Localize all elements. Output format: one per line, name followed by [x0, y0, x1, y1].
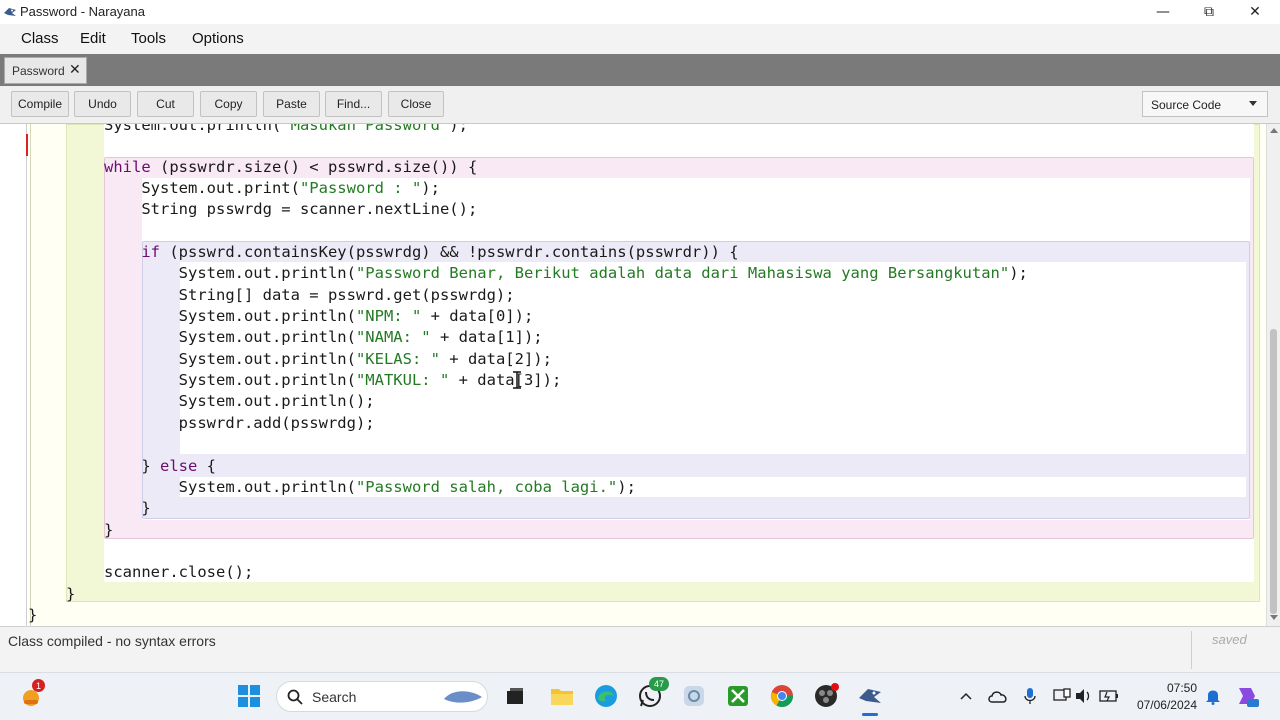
tab-label: Password — [12, 64, 65, 78]
code-line: System.out.println("Password salah, coba… — [104, 478, 636, 496]
scroll-down-icon[interactable] — [1270, 615, 1278, 620]
editor-toolbar: Compile Undo Cut Copy Paste Find... Clos… — [0, 86, 1280, 124]
chrome-icon[interactable] — [769, 683, 795, 709]
editor-scrollbar[interactable] — [1266, 124, 1280, 626]
windows-start-icon[interactable] — [236, 683, 262, 709]
code-line: String[] data = psswrd.get(psswrdg); — [104, 286, 515, 304]
menu-tools[interactable]: Tools — [131, 30, 166, 47]
copy-button[interactable]: Copy — [200, 91, 257, 117]
menu-options[interactable]: Options — [192, 30, 244, 47]
menu-class[interactable]: Class — [21, 30, 59, 47]
code-line: String psswrdg = scanner.nextLine(); — [104, 200, 478, 218]
file-explorer-icon[interactable] — [549, 683, 575, 709]
scrollbar-thumb[interactable] — [1270, 329, 1277, 614]
obs-icon[interactable] — [813, 683, 839, 709]
search-label: Search — [312, 689, 357, 705]
volume-icon[interactable] — [1071, 683, 1097, 709]
maximize-button[interactable]: ⧉ — [1186, 0, 1232, 24]
code-line: System.out.print("Password : "); — [104, 179, 440, 197]
widgets-badge: 1 — [32, 679, 45, 692]
menu-edit[interactable]: Edit — [80, 30, 106, 47]
microphone-icon[interactable] — [1017, 683, 1043, 709]
copilot-preview-icon[interactable] — [1234, 683, 1260, 709]
chevron-down-icon — [1249, 101, 1257, 106]
search-icon — [287, 689, 303, 705]
code-line: } — [104, 499, 151, 517]
find-button[interactable]: Find... — [325, 91, 382, 117]
compile-button[interactable]: Compile — [11, 91, 69, 117]
tab-password[interactable]: Password ✕ — [4, 57, 87, 84]
status-divider — [1191, 631, 1192, 669]
code-line: psswrdr.add(psswrdg); — [104, 414, 375, 432]
menu-bar: Class Edit Tools Options — [0, 24, 1280, 54]
undo-button[interactable]: Undo — [74, 91, 131, 117]
code-line: System.out.println(); — [104, 392, 375, 410]
code-line: } — [28, 606, 38, 624]
tab-close-icon[interactable]: ✕ — [69, 61, 81, 78]
text-cursor-marker — [26, 134, 28, 156]
close-button[interactable]: Close — [388, 91, 444, 117]
code-line: } — [66, 585, 76, 603]
saved-indicator: saved — [1212, 632, 1247, 647]
whatsapp-badge: 47 — [649, 677, 669, 691]
window-title-bar: Password - Narayana — ⧉ ✕ — [0, 0, 1280, 24]
code-line: System.out.println("NAMA: " + data[1]); — [104, 328, 543, 346]
minimize-button[interactable]: — — [1140, 0, 1186, 24]
bluej-app-icon — [4, 8, 16, 16]
whatsapp-icon[interactable]: 47 — [637, 677, 669, 709]
view-mode-select[interactable]: Source Code — [1142, 91, 1268, 117]
active-app-indicator — [862, 713, 878, 716]
editor-gutter — [26, 124, 27, 626]
taskbar-search-input[interactable]: Search — [276, 681, 488, 712]
scroll-up-icon[interactable] — [1270, 128, 1278, 133]
code-line: System.out.println("MATKUL: " + data[3])… — [104, 371, 562, 389]
weather-widget-icon[interactable]: 1 — [18, 679, 45, 709]
status-bar: Class compiled - no syntax errors saved — [0, 626, 1280, 672]
window-close-button[interactable]: ✕ — [1232, 0, 1278, 24]
chevron-up-icon[interactable] — [953, 683, 979, 709]
code-line: while (psswrdr.size() < psswrd.size()) { — [104, 158, 478, 176]
clock-date[interactable]: 07/06/2024 — [1120, 698, 1197, 712]
code-line: } — [104, 521, 114, 539]
code-line: System.out.println("Password Benar, Beri… — [104, 264, 1028, 282]
onedrive-icon[interactable] — [985, 683, 1011, 709]
code-line: } else { — [104, 457, 216, 475]
code-line: System.out.println("Masukan Password"); — [104, 124, 468, 134]
xbox-icon[interactable] — [725, 683, 751, 709]
windows-taskbar: 1 Search 47 07:50 07/06/2024 — [0, 672, 1280, 720]
tab-bar: Password ✕ — [0, 54, 1280, 86]
text-cursor-icon — [513, 371, 521, 389]
code-line: System.out.println("KELAS: " + data[2]); — [104, 350, 552, 368]
search-highlight-icon — [444, 691, 482, 703]
notification-bell-icon[interactable] — [1200, 683, 1226, 709]
code-editor[interactable]: System.out.println("Masukan Password"); … — [0, 124, 1266, 626]
copilot-icon[interactable] — [681, 683, 707, 709]
bluej-icon[interactable] — [857, 683, 883, 716]
cut-button[interactable]: Cut — [137, 91, 194, 117]
task-view-icon[interactable] — [502, 683, 528, 709]
clock-time[interactable]: 07:50 — [1120, 681, 1197, 695]
edge-icon[interactable] — [593, 683, 619, 709]
window-title: Password - Narayana — [20, 4, 145, 19]
status-message: Class compiled - no syntax errors — [8, 633, 216, 649]
battery-icon[interactable] — [1096, 683, 1122, 709]
code-line: System.out.println("NPM: " + data[0]); — [104, 307, 534, 325]
paste-button[interactable]: Paste — [263, 91, 320, 117]
view-mode-label: Source Code — [1151, 98, 1222, 112]
code-line: if (psswrd.containsKey(psswrdg) && !pssw… — [141, 243, 739, 261]
code-line: scanner.close(); — [104, 563, 254, 581]
